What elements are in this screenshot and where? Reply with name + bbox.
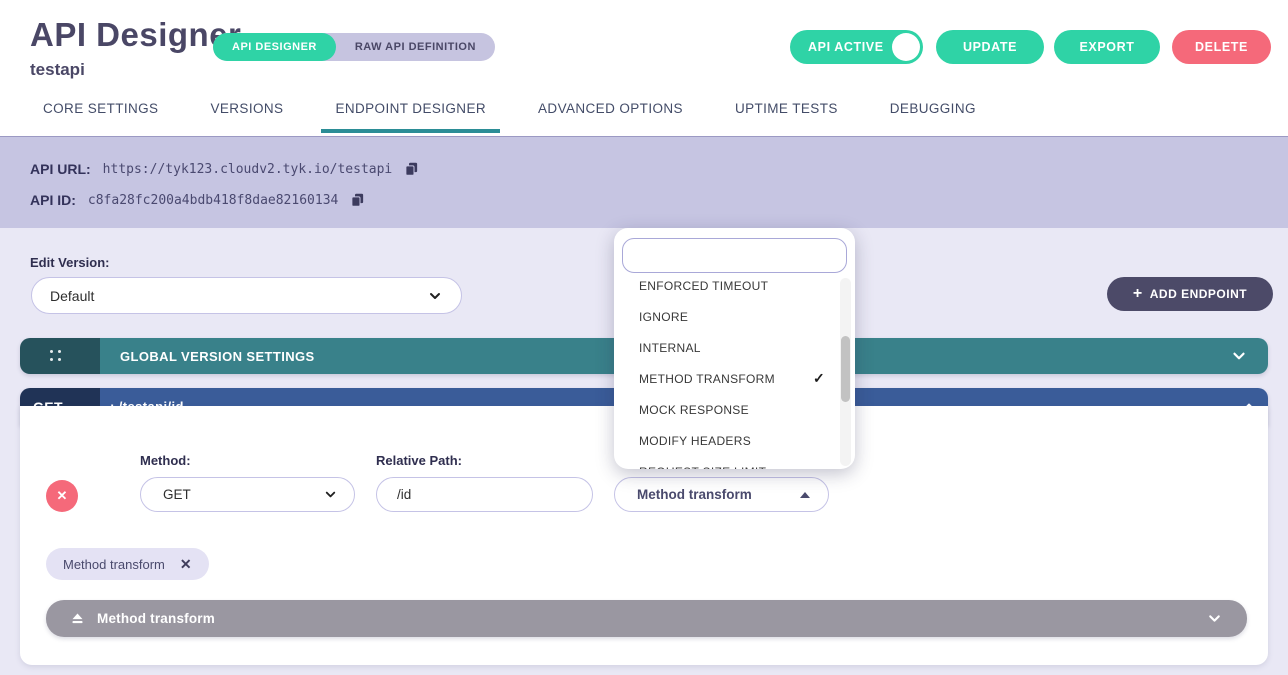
version-select-value: Default <box>50 288 94 304</box>
method-label: Method: <box>140 453 191 468</box>
chevron-down-icon[interactable] <box>1230 347 1248 365</box>
remove-tag-icon[interactable]: ✕ <box>180 556 192 573</box>
update-button[interactable]: UPDATE <box>936 30 1044 64</box>
drag-dots-icon <box>50 350 62 362</box>
tab-versions[interactable]: VERSIONS <box>210 101 283 129</box>
chevron-down-icon[interactable] <box>1206 610 1223 627</box>
tab-uptime-tests[interactable]: UPTIME TESTS <box>735 101 838 129</box>
plugin-option-method-transform[interactable]: METHOD TRANSFORM ✓ <box>614 363 855 394</box>
remove-endpoint-button[interactable]: ✕ <box>46 480 78 512</box>
api-url-label: API URL: <box>30 161 91 177</box>
add-endpoint-button[interactable]: + ADD ENDPOINT <box>1107 277 1273 311</box>
plugin-option-label: METHOD TRANSFORM <box>639 372 775 386</box>
plugin-list: ENFORCED TIMEOUT IGNORE INTERNAL METHOD TRA… <box>614 276 855 469</box>
tab-advanced-options[interactable]: ADVANCED OPTIONS <box>538 101 683 129</box>
copy-icon[interactable] <box>350 192 365 208</box>
method-select-value: GET <box>163 487 191 502</box>
nav-tabs: CORE SETTINGS VERSIONS ENDPOINT DESIGNER AD… <box>43 101 976 133</box>
api-active-label: API ACTIVE <box>808 40 884 54</box>
plugin-option-enforced-timeout[interactable]: ENFORCED TIMEOUT <box>614 276 855 301</box>
plugin-option-request-size-limit[interactable]: REQUEST SIZE LIMIT <box>614 456 855 469</box>
plugin-option-internal[interactable]: INTERNAL <box>614 332 855 363</box>
chevron-down-icon <box>427 288 443 304</box>
scrollbar-thumb[interactable] <box>841 336 850 402</box>
relative-path-input[interactable] <box>376 477 593 512</box>
add-endpoint-label: ADD ENDPOINT <box>1150 287 1247 301</box>
api-designer-app: API Designer testapi API DESIGNER RAW AP… <box>0 0 1288 675</box>
plugins-select[interactable]: Method transform <box>614 477 829 512</box>
api-id-value: c8fa28fc200a4bdb418f8dae82160134 <box>88 193 338 208</box>
plugins-select-value: Method transform <box>637 487 752 502</box>
plugin-option-label: MODIFY HEADERS <box>639 434 751 448</box>
api-name-subtitle: testapi <box>30 60 85 80</box>
version-select[interactable]: Default <box>31 277 462 314</box>
plugin-list-viewport: ENFORCED TIMEOUT IGNORE INTERNAL METHOD TRA… <box>614 276 855 469</box>
api-active-toggle[interactable]: API ACTIVE <box>790 30 923 64</box>
eject-icon <box>70 611 85 626</box>
toggle-api-designer[interactable]: API DESIGNER <box>213 33 336 61</box>
toggle-raw-api-definition[interactable]: RAW API DEFINITION <box>336 33 495 61</box>
plugin-option-ignore[interactable]: IGNORE <box>614 301 855 332</box>
plugin-option-label: MOCK RESPONSE <box>639 403 749 417</box>
plugin-tag: Method transform ✕ <box>46 548 209 580</box>
plugin-option-label: IGNORE <box>639 310 688 324</box>
api-id-label: API ID: <box>30 192 76 208</box>
tab-endpoint-designer[interactable]: ENDPOINT DESIGNER <box>321 101 500 133</box>
copy-icon[interactable] <box>404 161 419 177</box>
method-select[interactable]: GET <box>140 477 355 512</box>
caret-up-icon <box>800 492 810 498</box>
plus-icon: + <box>1133 286 1143 302</box>
close-icon: ✕ <box>57 488 68 504</box>
check-icon: ✓ <box>813 370 825 387</box>
scrollbar-track[interactable] <box>840 278 851 466</box>
chevron-down-icon <box>323 487 338 502</box>
relative-path-label: Relative Path: <box>376 453 462 468</box>
plugins-dropdown-popup: ENFORCED TIMEOUT IGNORE INTERNAL METHOD TRA… <box>614 228 855 469</box>
plugin-panel-bar[interactable]: Method transform <box>46 600 1247 637</box>
plugin-option-modify-headers[interactable]: MODIFY HEADERS <box>614 425 855 456</box>
plugin-option-mock-response[interactable]: MOCK RESPONSE <box>614 394 855 425</box>
plugin-option-label: ENFORCED TIMEOUT <box>639 279 768 293</box>
edit-version-label: Edit Version: <box>30 255 109 270</box>
tab-debugging[interactable]: DEBUGGING <box>890 101 976 129</box>
tab-core-settings[interactable]: CORE SETTINGS <box>43 101 158 129</box>
page-title: API Designer <box>30 16 241 54</box>
plugin-search-input[interactable] <box>622 238 847 273</box>
api-url-value: https://tyk123.cloudv2.tyk.io/testapi <box>103 162 393 177</box>
delete-button[interactable]: DELETE <box>1172 30 1271 64</box>
global-bar-label: GLOBAL VERSION SETTINGS <box>120 349 315 364</box>
drag-handle[interactable] <box>20 338 100 374</box>
plugin-option-label: REQUEST SIZE LIMIT <box>639 465 766 470</box>
export-button[interactable]: EXPORT <box>1054 30 1160 64</box>
toggle-knob[interactable] <box>892 33 920 61</box>
api-info-strip: API URL: https://tyk123.cloudv2.tyk.io/t… <box>0 136 1288 228</box>
plugin-tag-label: Method transform <box>63 557 165 572</box>
designer-mode-toggle: API DESIGNER RAW API DEFINITION <box>213 33 495 61</box>
plugin-panel-label: Method transform <box>97 611 215 626</box>
plugin-option-label: INTERNAL <box>639 341 701 355</box>
